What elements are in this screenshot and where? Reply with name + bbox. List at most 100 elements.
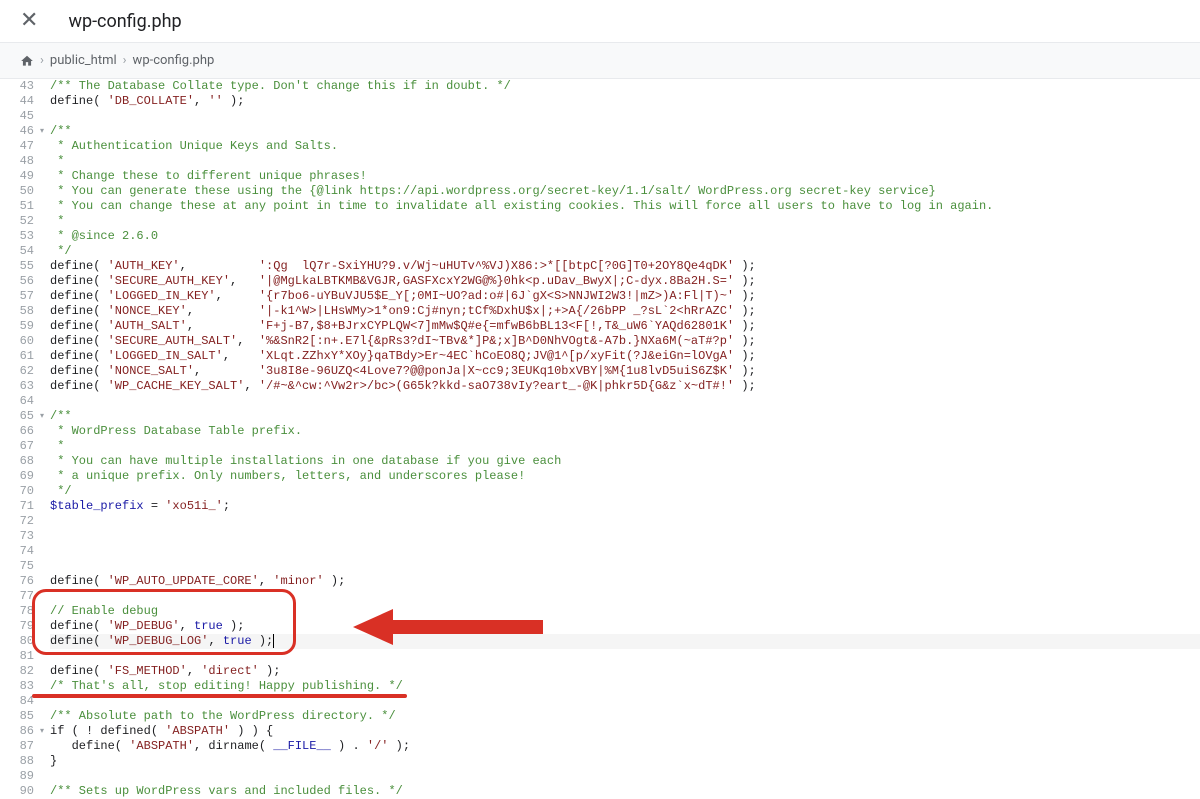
code-line[interactable]: define( 'SECURE_AUTH_SALT', '%&SnR2[:n+.…	[50, 334, 1200, 349]
code-line[interactable]	[50, 589, 1200, 604]
code-line[interactable]: */	[50, 244, 1200, 259]
line-number: 52	[10, 214, 34, 229]
line-number: 72	[10, 514, 34, 529]
line-number-gutter: 4344454647484950515253545556575859606162…	[0, 79, 38, 799]
code-line[interactable]: */	[50, 484, 1200, 499]
line-number: 82	[10, 664, 34, 679]
code-line[interactable]: }	[50, 754, 1200, 769]
code-line[interactable]	[50, 544, 1200, 559]
code-line[interactable]: $table_prefix = 'xo51i_';	[50, 499, 1200, 514]
line-number: 83	[10, 679, 34, 694]
line-number: 67	[10, 439, 34, 454]
code-line[interactable]: define( 'WP_DEBUG_LOG', true );	[50, 634, 1200, 649]
line-number: 48	[10, 154, 34, 169]
line-number: 68	[10, 454, 34, 469]
code-line[interactable]	[50, 514, 1200, 529]
line-number: 45	[10, 109, 34, 124]
line-number: 85	[10, 709, 34, 724]
code-line[interactable]: /* That's all, stop editing! Happy publi…	[50, 679, 1200, 694]
line-number: 62	[10, 364, 34, 379]
line-number: 65	[10, 409, 34, 424]
line-number: 44	[10, 94, 34, 109]
code-line[interactable]: * You can generate these using the {@lin…	[50, 184, 1200, 199]
code-line[interactable]: // Enable debug	[50, 604, 1200, 619]
line-number: 47	[10, 139, 34, 154]
code-line[interactable]: define( 'AUTH_KEY', ':Qg lQ7r-SxiYHU?9.v…	[50, 259, 1200, 274]
line-number: 87	[10, 739, 34, 754]
code-line[interactable]: * You can have multiple installations in…	[50, 454, 1200, 469]
close-icon[interactable]: ✕	[20, 10, 38, 32]
code-line[interactable]: /**	[50, 124, 1200, 139]
line-number: 81	[10, 649, 34, 664]
code-line[interactable]: *	[50, 439, 1200, 454]
line-number: 74	[10, 544, 34, 559]
breadcrumb-item-public-html[interactable]: public_html	[50, 53, 117, 68]
line-number: 86	[10, 724, 34, 739]
code-line[interactable]: /** Absolute path to the WordPress direc…	[50, 709, 1200, 724]
line-number: 55	[10, 259, 34, 274]
line-number: 69	[10, 469, 34, 484]
line-number: 49	[10, 169, 34, 184]
code-line[interactable]: define( 'WP_DEBUG', true );	[50, 619, 1200, 634]
line-number: 61	[10, 349, 34, 364]
code-line[interactable]: /**	[50, 409, 1200, 424]
line-number: 84	[10, 694, 34, 709]
line-number: 53	[10, 229, 34, 244]
code-line[interactable]: define( 'LOGGED_IN_KEY', '{r7bo6-uYBuVJU…	[50, 289, 1200, 304]
code-line[interactable]: *	[50, 154, 1200, 169]
line-number: 89	[10, 769, 34, 784]
code-line[interactable]: define( 'SECURE_AUTH_KEY', '|@MgLkaLBTKM…	[50, 274, 1200, 289]
code-line[interactable]: if ( ! defined( 'ABSPATH' ) ) {	[50, 724, 1200, 739]
code-line[interactable]: *	[50, 214, 1200, 229]
line-number: 66	[10, 424, 34, 439]
line-number: 64	[10, 394, 34, 409]
code-line[interactable]	[50, 529, 1200, 544]
line-number: 58	[10, 304, 34, 319]
code-line[interactable]: define( 'AUTH_SALT', 'F+j-B7,$8+BJrxCYPL…	[50, 319, 1200, 334]
line-number: 54	[10, 244, 34, 259]
code-line[interactable]: /** Sets up WordPress vars and included …	[50, 784, 1200, 799]
code-line[interactable]: define( 'WP_AUTO_UPDATE_CORE', 'minor' )…	[50, 574, 1200, 589]
code-line[interactable]: define( 'LOGGED_IN_SALT', 'XLqt.ZZhxY*XO…	[50, 349, 1200, 364]
code-line[interactable]: * You can change these at any point in t…	[50, 199, 1200, 214]
code-line[interactable]: * WordPress Database Table prefix.	[50, 424, 1200, 439]
code-line[interactable]: * @since 2.6.0	[50, 229, 1200, 244]
breadcrumb-sep: ›	[123, 53, 127, 68]
line-number: 60	[10, 334, 34, 349]
code-line[interactable]: define( 'NONCE_SALT', '3u8I8e-96UZQ<4Lov…	[50, 364, 1200, 379]
line-number: 88	[10, 754, 34, 769]
line-number: 56	[10, 274, 34, 289]
code-line[interactable]	[50, 394, 1200, 409]
code-line[interactable]	[50, 694, 1200, 709]
breadcrumb: › public_html › wp-config.php	[0, 43, 1200, 79]
code-line[interactable]: * a unique prefix. Only numbers, letters…	[50, 469, 1200, 484]
line-number: 75	[10, 559, 34, 574]
line-number: 63	[10, 379, 34, 394]
code-line[interactable]: define( 'ABSPATH', dirname( __FILE__ ) .…	[50, 739, 1200, 754]
line-number: 90	[10, 784, 34, 799]
code-line[interactable]	[50, 649, 1200, 664]
code-line[interactable]: define( 'DB_COLLATE', '' );	[50, 94, 1200, 109]
code-line[interactable]: * Authentication Unique Keys and Salts.	[50, 139, 1200, 154]
line-number: 57	[10, 289, 34, 304]
code-line[interactable]: /** The Database Collate type. Don't cha…	[50, 79, 1200, 94]
line-number: 77	[10, 589, 34, 604]
code-content[interactable]: /** The Database Collate type. Don't cha…	[38, 79, 1200, 799]
breadcrumb-item-file: wp-config.php	[133, 53, 215, 68]
code-line[interactable]	[50, 109, 1200, 124]
code-line[interactable]	[50, 769, 1200, 784]
home-icon[interactable]	[20, 54, 34, 68]
breadcrumb-sep: ›	[40, 53, 44, 68]
code-line[interactable]: define( 'NONCE_KEY', '|-k1^W>|LHsWMy>1*o…	[50, 304, 1200, 319]
code-line[interactable]	[50, 559, 1200, 574]
code-editor[interactable]: 4344454647484950515253545556575859606162…	[0, 79, 1200, 799]
code-line[interactable]: define( 'FS_METHOD', 'direct' );	[50, 664, 1200, 679]
line-number: 76	[10, 574, 34, 589]
code-line[interactable]: define( 'WP_CACHE_KEY_SALT', '/#~&^cw:^V…	[50, 379, 1200, 394]
line-number: 71	[10, 499, 34, 514]
line-number: 59	[10, 319, 34, 334]
code-line[interactable]: * Change these to different unique phras…	[50, 169, 1200, 184]
line-number: 79	[10, 619, 34, 634]
line-number: 46	[10, 124, 34, 139]
line-number: 78	[10, 604, 34, 619]
